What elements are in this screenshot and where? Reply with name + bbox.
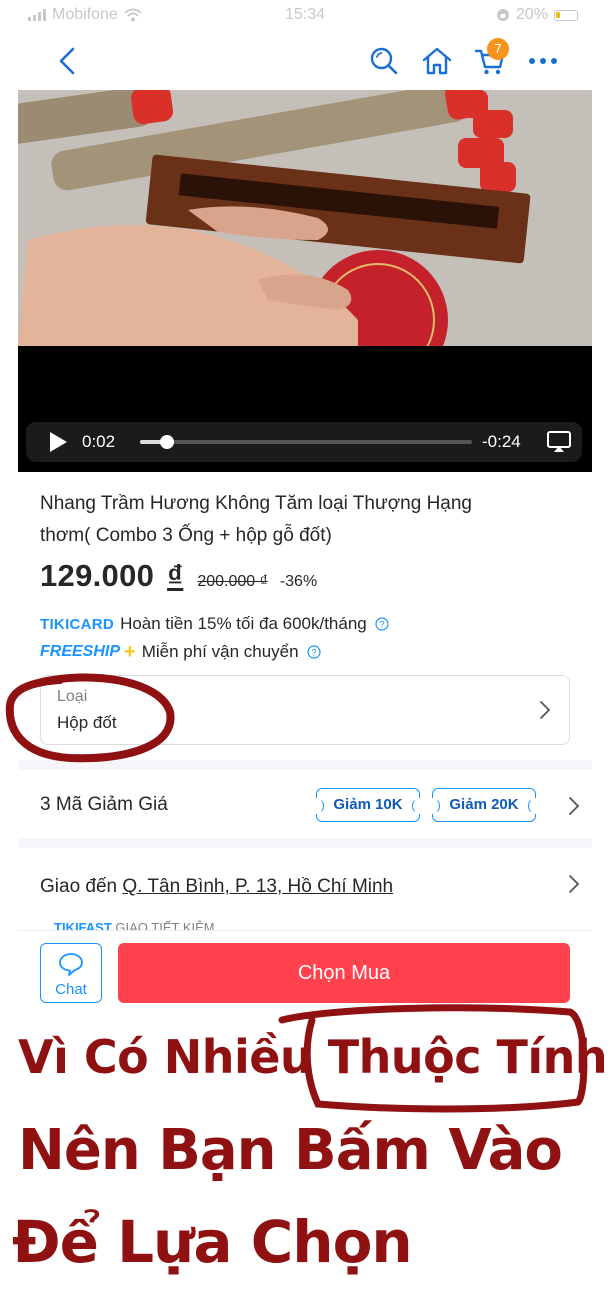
battery-info: 20% <box>496 6 578 24</box>
variant-value: Hộp đốt <box>57 713 117 732</box>
home-icon <box>422 47 452 75</box>
delivery-label: Giao đến Q. Tân Bình, P. 13, Hồ Chí Minh <box>40 876 393 898</box>
freeship-plus-icon: + <box>124 640 136 663</box>
coupon-tag-10k[interactable]: Giảm 10K <box>310 788 426 822</box>
video-scrubber[interactable] <box>140 435 472 449</box>
current-price-value: 129.000 <box>40 558 155 593</box>
more-button[interactable] <box>524 42 562 80</box>
cart-count-badge: 7 <box>487 38 509 60</box>
freeship-promo: FREESHIP + Miễn phí vận chuyển ? <box>40 642 321 662</box>
search-icon <box>370 47 398 75</box>
product-video[interactable]: 0:02 -0:24 <box>18 90 592 472</box>
annotation-line-1: Vì Có Nhiều Thuộc Tính <box>18 1030 608 1084</box>
price-row: 129.000 ₫ 200.000 ₫ -36% <box>40 558 317 594</box>
annotation-line-2: Nên Bạn Bấm Vào <box>18 1118 563 1183</box>
home-button[interactable] <box>418 42 456 80</box>
product-page: Mobifone 15:34 20% 7 0:02 -0:24 Nhang Tr… <box>18 0 592 1012</box>
tikicard-text: Hoàn tiền 15% tối đa 600k/tháng <box>120 614 367 633</box>
video-still-image <box>18 90 592 390</box>
tikicard-logo: TIKICARD <box>40 615 115 633</box>
original-price: 200.000 ₫ <box>197 573 268 590</box>
current-price: 129.000 ₫ <box>40 558 183 594</box>
chevron-right-icon <box>569 875 580 893</box>
delivery-prefix: Giao đến <box>40 876 123 897</box>
buy-button[interactable]: Chọn Mua <box>118 943 570 1003</box>
chevron-right-icon <box>569 797 580 815</box>
video-scrubber-knob[interactable] <box>159 435 174 449</box>
svg-text:?: ? <box>379 620 384 630</box>
coupon-label: 3 Mã Giảm Giá <box>40 794 168 815</box>
video-controls: 0:02 -0:24 <box>26 422 582 462</box>
freeship-text: Miễn phí vận chuyển <box>141 642 299 661</box>
status-bar: Mobifone 15:34 20% <box>18 0 592 32</box>
freeship-logo: FREESHIP <box>40 643 121 660</box>
chat-button[interactable]: Chat <box>40 943 102 1003</box>
chevron-right-icon <box>540 701 551 719</box>
annotation-line-1-pre: Vì Có Nhiều <box>18 1030 328 1084</box>
product-title: Nhang Trầm Hương Không Tăm loại Thượng H… <box>40 488 560 552</box>
back-arrow-icon <box>59 47 75 75</box>
delivery-row[interactable]: Giao đến Q. Tân Bình, P. 13, Hồ Chí Minh… <box>18 850 592 935</box>
discount-percent: -36% <box>279 573 318 590</box>
play-icon[interactable] <box>46 430 70 454</box>
video-frame <box>18 90 592 390</box>
variant-selector[interactable]: Loại Hộp đốt <box>40 675 570 745</box>
svg-text:?: ? <box>311 648 316 658</box>
delivery-address[interactable]: Q. Tân Bình, P. 13, Hồ Chí Minh <box>122 876 393 897</box>
tikicard-promo: TIKICARD Hoàn tiền 15% tối đa 600k/tháng… <box>40 614 389 634</box>
info-icon[interactable]: ? <box>306 645 321 659</box>
bottom-action-bar: Chat Chọn Mua <box>18 930 592 1012</box>
info-icon[interactable]: ? <box>375 617 389 631</box>
annotation-line-1-highlight: Thuộc Tính <box>327 1030 608 1084</box>
rotation-lock-icon <box>496 9 509 21</box>
price-currency: ₫ <box>167 558 184 593</box>
video-current-time: 0:02 <box>82 432 116 451</box>
section-divider <box>18 760 592 770</box>
more-icon <box>529 58 557 64</box>
section-divider <box>18 838 592 848</box>
chat-bubble-icon <box>59 953 83 976</box>
variant-label: Loại <box>57 688 88 705</box>
search-button[interactable] <box>365 42 403 80</box>
cart-button[interactable]: 7 <box>471 38 509 80</box>
annotation-line-3: Để Lựa Chọn <box>12 1208 413 1276</box>
nav-bar: 7 <box>18 32 592 90</box>
coupon-tag-20k[interactable]: Giảm 20K <box>426 788 542 822</box>
coupon-row[interactable]: 3 Mã Giảm Giá Giảm 10K Giảm 20K <box>18 772 592 838</box>
chat-label: Chat <box>55 981 87 998</box>
airplay-icon[interactable] <box>546 429 572 455</box>
product-title-line1: Nhang Trầm Hương Không Tăm loại Thượng H… <box>40 493 472 514</box>
battery-icon <box>554 9 578 21</box>
video-remaining-time: -0:24 <box>482 432 521 451</box>
battery-percent: 20% <box>515 6 548 23</box>
product-title-line2: thơm( Combo 3 Ống + hộp gỗ đốt) <box>40 525 332 546</box>
back-button[interactable] <box>48 42 86 80</box>
